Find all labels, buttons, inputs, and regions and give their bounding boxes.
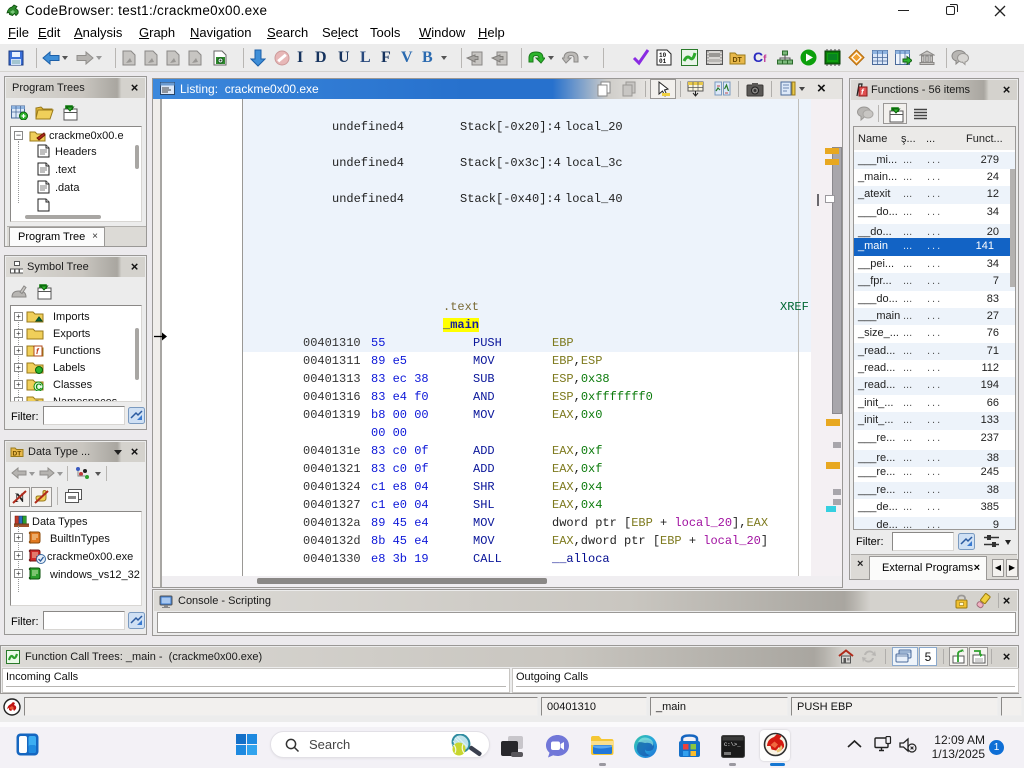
svg-text:01: 01 (659, 58, 667, 65)
svg-text:DT: DT (13, 451, 22, 458)
svg-text:C: C (36, 382, 43, 391)
svg-text:DT: DT (733, 57, 743, 64)
svg-text:(): () (34, 399, 40, 402)
svg-text:C:\>_: C:\>_ (724, 741, 741, 748)
